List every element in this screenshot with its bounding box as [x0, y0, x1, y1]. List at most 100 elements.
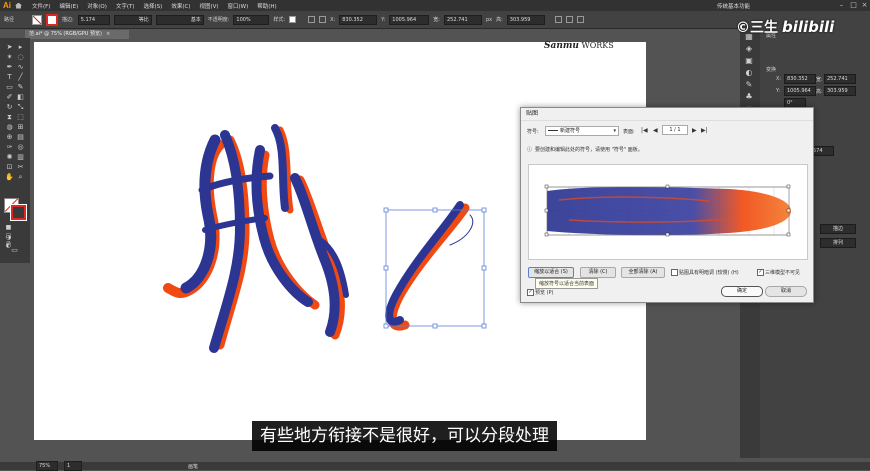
height-field[interactable]: 303.959: [506, 14, 545, 25]
paintbrush-tool-icon[interactable]: ✎: [16, 83, 25, 91]
stroke-swatch[interactable]: [46, 13, 59, 26]
h-label: 高:: [496, 17, 503, 23]
brush-definition-select[interactable]: 基本: [155, 14, 204, 25]
surface-preview-art: [544, 184, 791, 237]
invisible-geometry-checkbox[interactable]: ✓: [757, 269, 764, 276]
isolate-icon[interactable]: [565, 16, 573, 23]
symbol-sprayer-icon[interactable]: ✺: [5, 153, 14, 161]
brushes-panel-icon[interactable]: ✎: [744, 80, 754, 89]
menu-effect[interactable]: 效果(C): [171, 2, 190, 10]
graphic-style-swatch[interactable]: [289, 16, 297, 23]
surface-preview[interactable]: [528, 164, 808, 260]
first-surface-icon[interactable]: |◀: [641, 127, 648, 134]
mesh-tool-icon[interactable]: ⊕: [5, 133, 14, 141]
menu-select[interactable]: 选择(S): [144, 2, 163, 10]
clear-button[interactable]: 清除 (C): [580, 267, 616, 278]
screen-mode-icon[interactable]: ▭: [10, 246, 19, 254]
selection-tool-icon[interactable]: ➤: [5, 43, 14, 51]
layers-panel-icon[interactable]: ◈: [744, 44, 754, 53]
prev-surface-icon[interactable]: ◀: [653, 127, 658, 134]
scale-to-fit-button[interactable]: 缩放以适合 (S): [528, 267, 574, 278]
close-tab-icon[interactable]: ×: [106, 31, 110, 37]
stroke-width-field[interactable]: 5.174: [77, 14, 110, 25]
eraser-tool-icon[interactable]: ◧: [16, 93, 25, 101]
transform-icon[interactable]: [554, 16, 562, 23]
magic-wand-icon[interactable]: ✶: [5, 53, 14, 61]
menu-file[interactable]: 文件(F): [32, 2, 50, 10]
zoom-tool-icon[interactable]: ⌕: [16, 173, 25, 181]
pen-tool-icon[interactable]: ✒: [5, 63, 14, 71]
menu-type[interactable]: 文字(T): [116, 2, 135, 10]
lasso-tool-icon[interactable]: ◌: [16, 53, 25, 61]
cancel-button[interactable]: 取消: [765, 286, 807, 297]
close-window-icon[interactable]: ×: [860, 1, 869, 9]
x-label: X:: [330, 16, 336, 23]
minimize-icon[interactable]: –: [837, 1, 846, 9]
draw-mode-icon[interactable]: ◑ ◐: [4, 234, 13, 249]
maximize-icon[interactable]: □: [849, 1, 858, 9]
shaper-tool-icon[interactable]: ✐: [5, 93, 14, 101]
hand-tool-icon[interactable]: ✋: [5, 173, 14, 181]
artboard-tool-icon[interactable]: ⊡: [5, 163, 14, 171]
height-field[interactable]: 303.959: [824, 86, 856, 96]
clear-all-button[interactable]: 全部清除 (A): [621, 267, 665, 278]
workspace-switcher[interactable]: 传统基本功能: [717, 2, 750, 10]
scale-tool-icon[interactable]: ⤡: [16, 103, 25, 111]
menu-window[interactable]: 窗口(W): [228, 2, 249, 10]
rotate-tool-icon[interactable]: ↻: [5, 103, 14, 111]
width-field[interactable]: 252.741: [443, 14, 482, 25]
type-tool-icon[interactable]: T: [5, 73, 14, 81]
status-mode[interactable]: 画笔: [188, 463, 198, 470]
width-profile-select[interactable]: 等比: [113, 14, 152, 25]
symbol-select[interactable]: 新建符号 ▾: [545, 126, 619, 136]
gradient-tool-icon[interactable]: ▤: [16, 133, 25, 141]
dialog-title: 贴图: [521, 108, 813, 121]
color-panel-icon[interactable]: ◐: [744, 68, 754, 77]
fill-swatch[interactable]: [32, 14, 43, 25]
menu-view[interactable]: 视图(V): [199, 2, 218, 10]
align-icon[interactable]: [308, 16, 316, 23]
document-tab[interactable]: 范.ai* @ 75% (RGB/GPU 预览) ×: [25, 30, 129, 39]
next-surface-icon[interactable]: ▶: [692, 127, 697, 134]
menu-edit[interactable]: 编辑(E): [59, 2, 78, 10]
width-field[interactable]: 252.741: [824, 74, 856, 84]
curvature-tool-icon[interactable]: ∿: [16, 63, 25, 71]
y-field[interactable]: 1005.964: [389, 14, 430, 25]
free-transform-icon[interactable]: ⬚: [16, 113, 25, 121]
arrange-icon[interactable]: [576, 16, 584, 23]
last-surface-icon[interactable]: ▶|: [701, 127, 708, 134]
color-mode-icon[interactable]: ■ ▢ ⊘: [4, 224, 13, 247]
menu-object[interactable]: 对象(O): [87, 2, 107, 10]
opacity-field[interactable]: 100%: [233, 14, 270, 25]
x-field[interactable]: 830.352: [339, 14, 378, 25]
perspective-grid-icon[interactable]: ⊞: [16, 123, 25, 131]
menu-help[interactable]: 帮助(H): [257, 2, 276, 10]
stroke-color-icon[interactable]: [10, 204, 27, 221]
eyedropper-icon[interactable]: ✑: [5, 143, 14, 151]
transform-section-label: 变换: [766, 67, 777, 73]
line-tool-icon[interactable]: ╱: [16, 73, 25, 81]
graph-tool-icon[interactable]: ▥: [16, 153, 25, 161]
home-icon[interactable]: [15, 2, 22, 9]
calligraphy-artwork[interactable]: [150, 120, 510, 365]
ok-button[interactable]: 确定: [721, 286, 763, 297]
preview-checkbox[interactable]: ✓: [527, 289, 534, 296]
symbols-panel-icon[interactable]: ♣: [744, 92, 754, 101]
style-label: 样式:: [273, 17, 286, 23]
libraries-panel-icon[interactable]: ▣: [744, 56, 754, 65]
stroke-button[interactable]: 描边: [820, 224, 856, 234]
blend-tool-icon[interactable]: ◎: [16, 143, 25, 151]
shape-builder-icon[interactable]: ◍: [5, 123, 14, 131]
video-subtitle: 有些地方衔接不是很好，可以分段处理: [252, 421, 557, 451]
y-coordinate-field[interactable]: 1005.964: [784, 86, 816, 96]
rectangle-tool-icon[interactable]: ▭: [5, 83, 14, 91]
reference-point-icon[interactable]: [319, 16, 327, 23]
x-coordinate-field[interactable]: 830.352: [784, 74, 816, 84]
surface-field[interactable]: 1 / 1: [662, 125, 688, 135]
shade-artwork-checkbox[interactable]: [671, 269, 678, 276]
width-tool-icon[interactable]: ⧗: [5, 113, 14, 121]
direct-selection-tool-icon[interactable]: ▸: [16, 43, 25, 51]
slice-tool-icon[interactable]: ✂: [16, 163, 25, 171]
arrange-button[interactable]: 排列: [820, 238, 856, 248]
brand-suffix: WORKS: [581, 41, 614, 50]
